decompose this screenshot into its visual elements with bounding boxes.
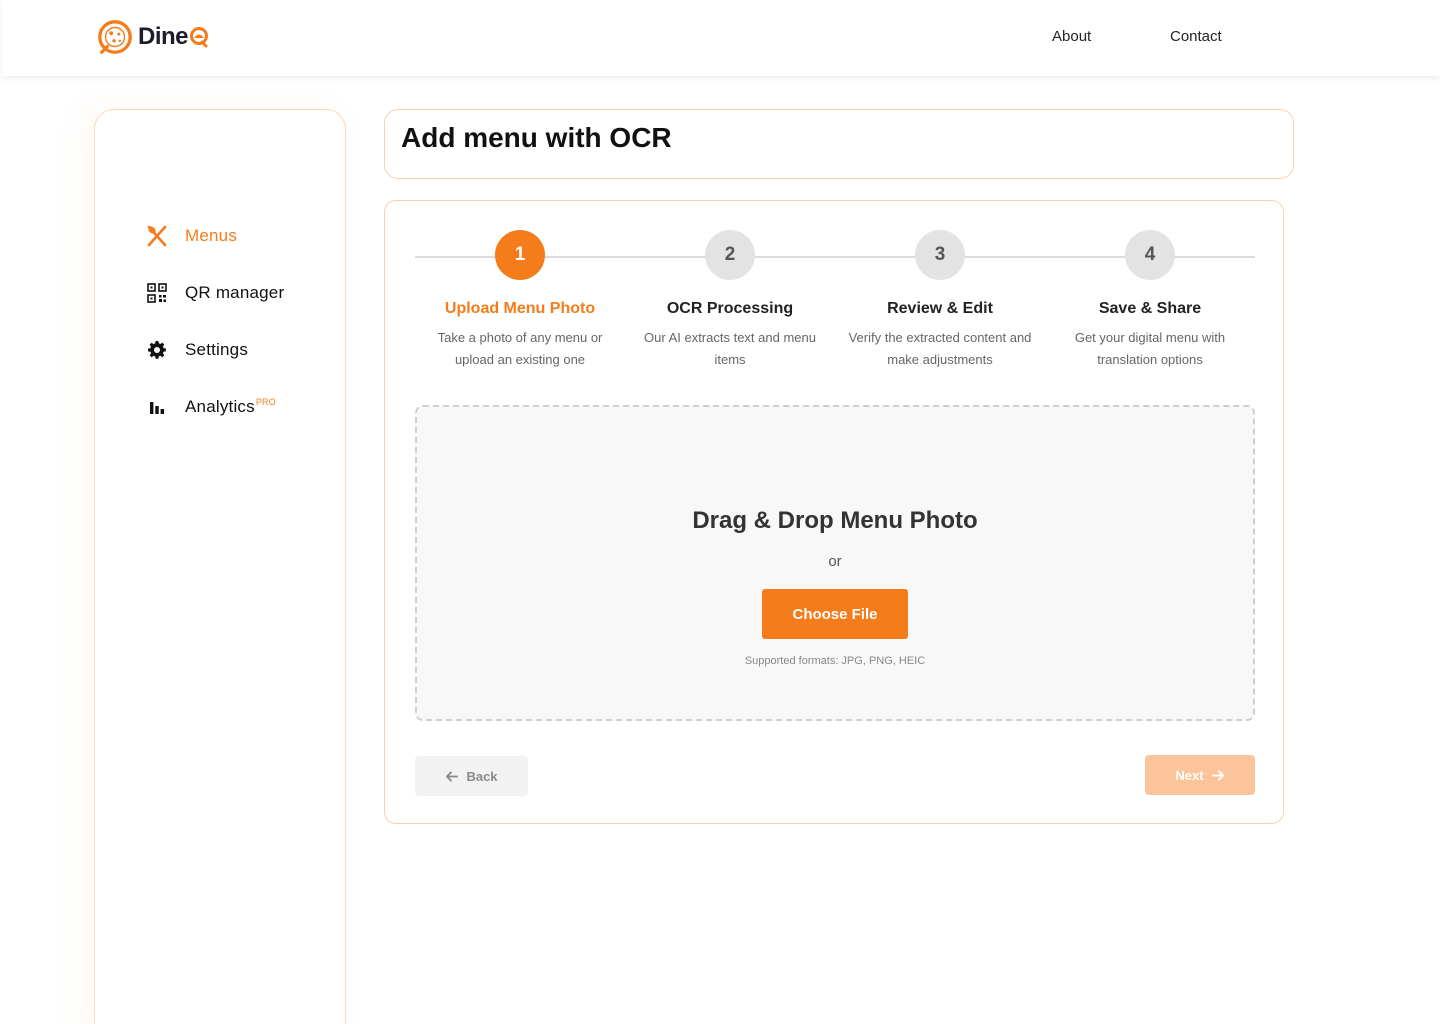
brand-name: Dine bbox=[138, 23, 209, 51]
choose-file-button[interactable]: Choose File bbox=[762, 589, 908, 639]
bar-chart-icon bbox=[145, 395, 169, 419]
step-number: 1 bbox=[495, 230, 545, 280]
nav-about-link[interactable]: About bbox=[1052, 28, 1091, 45]
brand-logo[interactable]: Dine bbox=[96, 18, 209, 56]
sidebar-item-label: AnalyticsPRO bbox=[185, 397, 276, 416]
next-button-label: Next bbox=[1175, 767, 1204, 783]
sidebar-item-label: QR manager bbox=[185, 283, 285, 302]
step-number: 4 bbox=[1125, 230, 1175, 280]
sidebar-item-analytics[interactable]: AnalyticsPRO bbox=[145, 395, 276, 419]
step-title: OCR Processing bbox=[666, 300, 794, 317]
arrow-left-icon bbox=[446, 770, 459, 782]
file-drop-zone[interactable]: Drag & Drop Menu Photo or Choose File Su… bbox=[415, 405, 1255, 721]
sidebar-item-menus[interactable]: Menus bbox=[145, 224, 237, 248]
top-navbar: Dine About Contact bbox=[2, 0, 1440, 76]
step-ocr-processing[interactable]: 2 OCR Processing Our AI extracts text an… bbox=[630, 230, 830, 371]
sidebar-item-label: Menus bbox=[185, 226, 238, 245]
step-title: Review & Edit bbox=[887, 300, 993, 317]
pro-badge: PRO bbox=[255, 397, 276, 408]
nav-contact-link[interactable]: Contact bbox=[1170, 28, 1222, 45]
gear-icon bbox=[145, 338, 169, 362]
step-description: Our AI extracts text and menu items bbox=[644, 330, 816, 367]
sidebar-item-label: Settings bbox=[185, 340, 249, 359]
sidebar: Menus QR manager Settings AnalyticsPRO bbox=[94, 109, 346, 1024]
utensils-icon bbox=[145, 224, 169, 248]
step-description: Verify the extracted content and make ad… bbox=[848, 330, 1032, 367]
sidebar-item-qr-manager[interactable]: QR manager bbox=[145, 281, 284, 305]
step-upload-menu-photo[interactable]: 1 Upload Menu Photo Take a photo of any … bbox=[420, 230, 620, 371]
arrow-right-icon bbox=[1211, 769, 1224, 781]
step-save-share[interactable]: 4 Save & Share Get your digital menu wit… bbox=[1050, 230, 1250, 371]
step-review-edit[interactable]: 3 Review & Edit Verify the extracted con… bbox=[840, 230, 1040, 371]
drop-zone-heading: Drag & Drop Menu Photo bbox=[692, 507, 978, 534]
step-description: Get your digital menu with translation o… bbox=[1074, 330, 1226, 367]
back-button[interactable]: Back bbox=[415, 756, 528, 796]
page-title-card: Add menu with OCR bbox=[384, 109, 1294, 179]
back-button-label: Back bbox=[466, 768, 498, 784]
ocr-wizard-card: 1 Upload Menu Photo Take a photo of any … bbox=[384, 200, 1284, 824]
page-title: Add menu with OCR bbox=[401, 122, 672, 153]
step-description: Take a photo of any menu or upload an ex… bbox=[437, 330, 603, 367]
sidebar-item-settings[interactable]: Settings bbox=[145, 338, 248, 362]
next-button[interactable]: Next bbox=[1145, 755, 1255, 795]
supported-formats-text: Supported formats: JPG, PNG, HEIC bbox=[744, 655, 926, 667]
step-title: Upload Menu Photo bbox=[444, 300, 596, 317]
step-number: 2 bbox=[705, 230, 755, 280]
brand-q-icon bbox=[190, 27, 209, 48]
step-title: Save & Share bbox=[1098, 300, 1202, 317]
step-number: 3 bbox=[915, 230, 965, 280]
qr-code-icon bbox=[145, 281, 169, 305]
pizza-logo-icon bbox=[98, 20, 132, 54]
drop-zone-or: or bbox=[828, 553, 842, 570]
